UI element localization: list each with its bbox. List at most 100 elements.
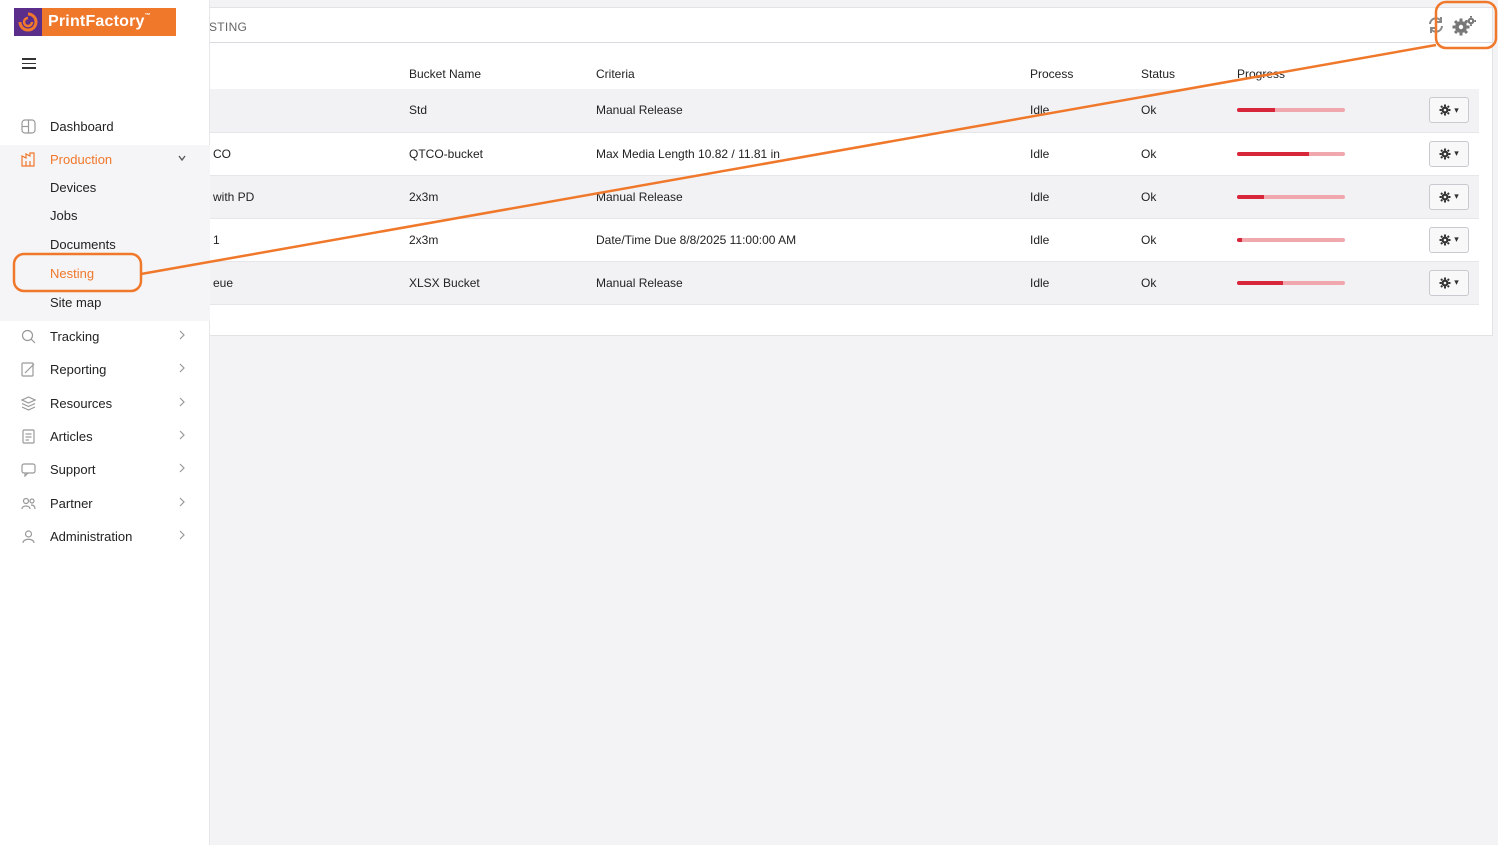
- progress-bar-fill: [1237, 108, 1275, 113]
- logo-mark-icon: [14, 8, 42, 36]
- cell-criteria: Date/Time Due 8/8/2025 11:00:00 AM: [596, 232, 797, 247]
- caret-down-icon: ▾: [1454, 191, 1459, 201]
- refresh-icon: [1429, 17, 1443, 33]
- sidebar-item-administration[interactable]: Administration: [0, 523, 210, 549]
- table-header-row: Bucket Name Criteria Process Status Prog…: [161, 58, 1479, 89]
- cell-criteria: Manual Release: [596, 189, 683, 204]
- articles-icon: [22, 429, 35, 444]
- row-actions-button[interactable]: ▾: [1429, 183, 1469, 210]
- sidebar-item-partner[interactable]: Partner: [0, 490, 210, 516]
- sidebar-subitem-nesting[interactable]: Nesting: [50, 266, 94, 281]
- breadcrumb: STING: [209, 20, 248, 34]
- cell-actions: ▾: [1429, 89, 1479, 132]
- progress-bar: [1237, 151, 1345, 156]
- cell-actions: ▾: [1429, 132, 1479, 175]
- chevron-down-icon: [178, 155, 186, 162]
- column-header-criteria[interactable]: Criteria: [596, 58, 1030, 89]
- cell-progress: [1237, 175, 1429, 218]
- printfactory-logo[interactable]: PrintFactory™: [14, 8, 176, 36]
- hamburger-icon: [22, 58, 36, 60]
- support-icon: [21, 463, 36, 477]
- progress-bar: [1237, 108, 1345, 113]
- sidebar-item-label: Administration: [50, 528, 133, 544]
- chevron-right-icon: [179, 497, 185, 507]
- sidebar-item-label: Articles: [50, 428, 93, 444]
- table-row[interactable]: Std Manual Release Idle Ok ▾: [161, 89, 1479, 132]
- gear-icon: [1439, 104, 1451, 116]
- chevron-right-icon: [179, 430, 185, 440]
- column-header-actions: [1429, 58, 1479, 89]
- cell-criteria: Manual Release: [596, 103, 683, 118]
- gear-icon: [1439, 191, 1451, 202]
- page-header: STING: [150, 7, 1493, 43]
- progress-bar: [1237, 194, 1345, 199]
- progress-bar-fill: [1237, 194, 1264, 199]
- cell-progress: [1237, 218, 1429, 261]
- production-icon: [21, 152, 35, 167]
- sidebar-item-label: Resources: [50, 395, 113, 411]
- tracking-icon: [21, 329, 36, 344]
- sidebar-item-articles[interactable]: Articles: [0, 423, 210, 449]
- cell-actions: ▾: [1429, 218, 1479, 261]
- nesting-table: Bucket Name Criteria Process Status Prog…: [161, 58, 1479, 305]
- row-actions-button[interactable]: ▾: [1429, 97, 1469, 124]
- table-row[interactable]: eue XLSX Bucket Manual Release Idle Ok ▾: [161, 261, 1479, 304]
- row-actions-button[interactable]: ▾: [1429, 269, 1469, 296]
- sidebar-item-support[interactable]: Support: [0, 456, 210, 482]
- column-header-progress[interactable]: Progress: [1237, 58, 1429, 89]
- chevron-right-icon: [179, 397, 185, 407]
- cell-status: Ok: [1141, 189, 1157, 204]
- cell-bucket: XLSX Bucket: [409, 275, 480, 290]
- column-header-bucket[interactable]: Bucket Name: [409, 58, 596, 89]
- menu-toggle-button[interactable]: [22, 58, 36, 70]
- sidebar-item-label: Reporting: [50, 361, 107, 377]
- gear-icon: [1439, 234, 1451, 245]
- sidebar-subitem-site-map[interactable]: Site map: [50, 295, 101, 310]
- cell-bucket: 2x3m: [409, 189, 439, 204]
- partner-icon: [21, 497, 36, 510]
- column-header-process[interactable]: Process: [1030, 58, 1141, 89]
- table-row[interactable]: 1 2x3m Date/Time Due 8/8/2025 11:00:00 AM I…: [161, 218, 1479, 261]
- administration-icon: [22, 530, 35, 544]
- progress-bar-fill: [1237, 237, 1243, 242]
- chevron-right-icon: [179, 330, 185, 340]
- sidebar-item-resources[interactable]: Resources: [0, 390, 210, 416]
- cell-bucket: Std: [409, 103, 428, 118]
- chevron-right-icon: [179, 463, 185, 473]
- column-header-status[interactable]: Status: [1141, 58, 1237, 89]
- refresh-button[interactable]: [1426, 15, 1446, 35]
- resources-icon: [21, 396, 36, 411]
- cell-process: Idle: [1030, 232, 1050, 247]
- settings-button[interactable]: [1451, 14, 1477, 38]
- sidebar-subitem-jobs[interactable]: Jobs: [50, 208, 77, 223]
- cell-progress: [1237, 132, 1429, 175]
- sidebar-item-dashboard[interactable]: Dashboard: [0, 113, 210, 139]
- cell-status: Ok: [1141, 275, 1157, 290]
- sidebar-item-label: Support: [50, 461, 96, 477]
- cell-bucket: QTCO-bucket: [409, 146, 484, 161]
- progress-bar: [1237, 237, 1345, 242]
- reporting-icon: [21, 362, 35, 377]
- sidebar-item-label: Tracking: [50, 328, 100, 344]
- row-actions-button[interactable]: ▾: [1429, 140, 1469, 167]
- caret-down-icon: ▾: [1454, 234, 1459, 244]
- cell-process: Idle: [1030, 146, 1050, 161]
- gear-icon: [1439, 148, 1451, 159]
- sidebar-subitem-devices[interactable]: Devices: [50, 180, 96, 195]
- table-row[interactable]: CO QTCO-bucket Max Media Length 10.82 / 11…: [161, 132, 1479, 175]
- cell-progress: [1237, 261, 1429, 304]
- sidebar-item-production[interactable]: Production: [0, 146, 210, 172]
- row-actions-button[interactable]: ▾: [1429, 226, 1469, 253]
- progress-bar: [1237, 280, 1345, 285]
- cell-criteria: Max Media Length 10.82 / 11.81 in: [596, 146, 780, 161]
- progress-bar-fill: [1237, 151, 1310, 156]
- sidebar-item-reporting[interactable]: Reporting: [0, 356, 210, 382]
- sidebar-subitem-documents[interactable]: Documents: [50, 237, 116, 252]
- logo-text: PrintFactory™: [48, 13, 151, 30]
- cell-actions: ▾: [1429, 175, 1479, 218]
- table-row[interactable]: with PD 2x3m Manual Release Idle Ok ▾: [161, 175, 1479, 218]
- sidebar-item-label: Partner: [50, 495, 93, 511]
- sidebar-item-tracking[interactable]: Tracking: [0, 323, 210, 349]
- sidebar-item-label: Production: [50, 151, 113, 167]
- cell-actions: ▾: [1429, 261, 1479, 304]
